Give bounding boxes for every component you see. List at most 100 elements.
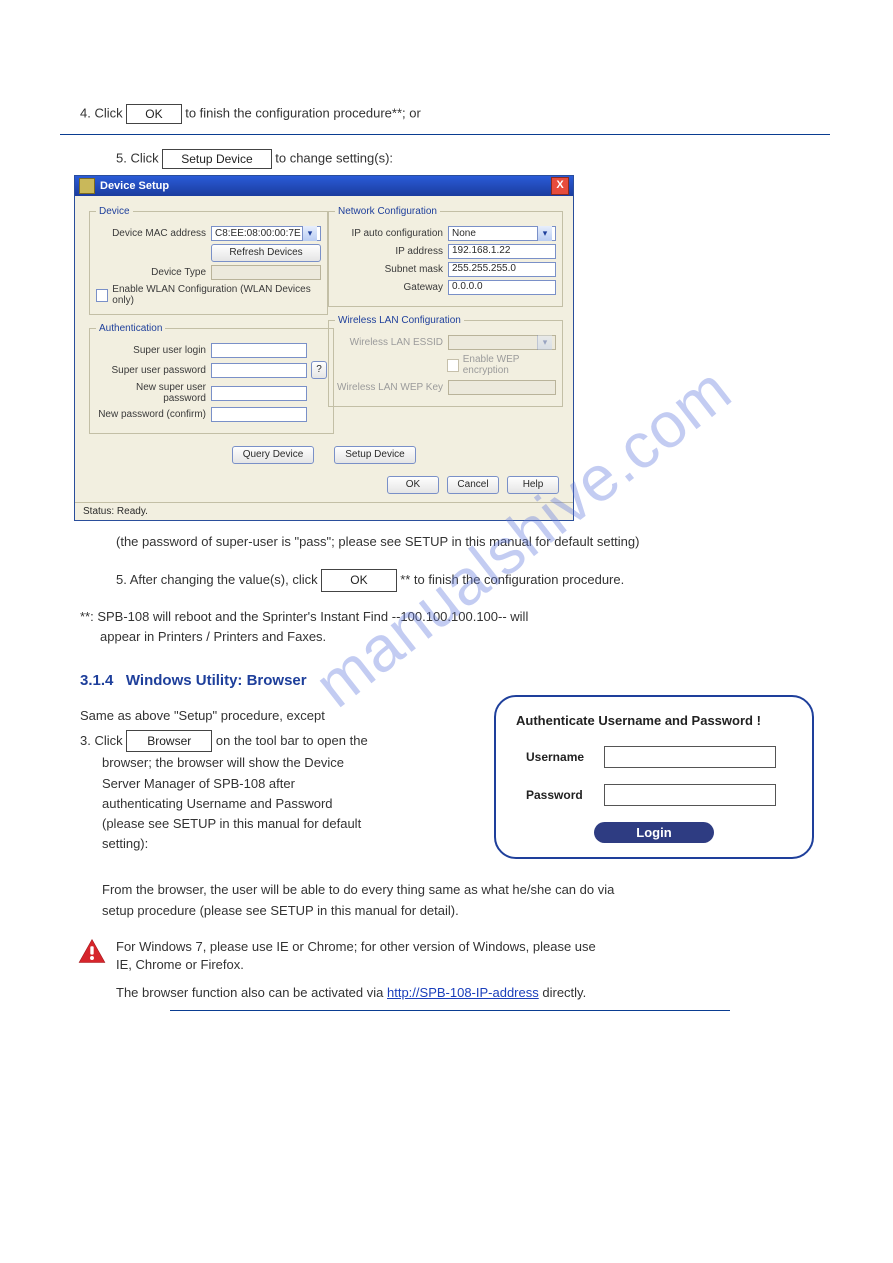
section-divider-2 bbox=[170, 1010, 730, 1011]
mask-field[interactable]: 255.255.255.0 bbox=[448, 262, 556, 277]
superuser-login-label: Super user login bbox=[96, 345, 211, 356]
essid-select: ▾ bbox=[448, 335, 556, 350]
step-5-setup-device-button[interactable]: Setup Device bbox=[162, 149, 271, 169]
username-label: Username bbox=[526, 750, 604, 764]
browser-intro-l2b: on the tool bar to open the bbox=[216, 732, 368, 747]
post-note-line2: appear in Printers / Printers and Faxes. bbox=[100, 628, 830, 646]
ok-button[interactable]: OK bbox=[387, 476, 439, 494]
network-legend: Network Configuration bbox=[335, 206, 440, 217]
post-window-note1: (the password of super-user is "pass"; p… bbox=[116, 533, 830, 551]
step-4-pre: 4. Click bbox=[80, 105, 123, 120]
wlan-legend: Wireless LAN Configuration bbox=[335, 315, 464, 326]
refresh-devices-button[interactable]: Refresh Devices bbox=[211, 244, 321, 262]
status-bar: Status: Ready. bbox=[75, 502, 573, 520]
browser-intro-l4: Server Manager of SPB-108 after bbox=[102, 775, 494, 793]
step-5-line: 5. Click Setup Device to change setting(… bbox=[116, 149, 830, 169]
new-pwd-label: New super user password bbox=[96, 382, 211, 404]
mask-label: Subnet mask bbox=[335, 264, 448, 275]
post-step5-ok-button[interactable]: OK bbox=[321, 569, 396, 592]
ipautoconf-select[interactable]: None ▾ bbox=[448, 226, 556, 241]
device-setup-window: Device Setup X Device Device MAC address… bbox=[74, 175, 574, 521]
chevron-down-icon: ▾ bbox=[537, 226, 552, 241]
authentication-group: Authentication Super user login Super us… bbox=[89, 323, 334, 434]
section-title: Windows Utility: Browser bbox=[126, 672, 307, 689]
wlan-group: Wireless LAN Configuration Wireless LAN … bbox=[328, 315, 563, 407]
warn-line3-pre: The browser function also can be activat… bbox=[116, 985, 383, 1000]
wep-checkbox-row: Enable WEP encryption bbox=[447, 354, 556, 376]
auth-title: Authenticate Username and Password ! bbox=[516, 713, 792, 728]
wlan-checkbox-row[interactable]: Enable WLAN Configuration (WLAN Devices … bbox=[96, 284, 321, 306]
section-heading: 3.1.4 Windows Utility: Browser bbox=[80, 672, 830, 689]
browser-intro-l2a: 3. Click bbox=[80, 732, 123, 747]
mac-select[interactable]: C8:EE:08:00:00:7E ▾ bbox=[211, 226, 321, 241]
gw-field[interactable]: 0.0.0.0 bbox=[448, 280, 556, 295]
network-group: Network Configuration IP auto configurat… bbox=[328, 206, 563, 307]
checkbox-icon bbox=[96, 289, 108, 302]
warn-line3-post: directly. bbox=[542, 985, 586, 1000]
section-number: 3.1.4 bbox=[80, 672, 113, 689]
ip-label: IP address bbox=[335, 246, 448, 257]
auth-legend: Authentication bbox=[96, 323, 165, 334]
spb-url-link[interactable]: http://SPB-108-IP-address bbox=[387, 985, 539, 1000]
step-4-ok-button[interactable]: OK bbox=[126, 104, 181, 124]
browser-intro-l3: browser; the browser will show the Devic… bbox=[102, 754, 494, 772]
device-type-label: Device Type bbox=[96, 267, 211, 278]
browser-intro-l2: 3. Click Browser on the tool bar to open… bbox=[80, 730, 494, 753]
close-icon[interactable]: X bbox=[551, 177, 569, 195]
post-step5-pre: 5. After changing the value(s), click bbox=[116, 572, 318, 587]
device-legend: Device bbox=[96, 206, 133, 217]
query-device-button[interactable]: Query Device bbox=[232, 446, 314, 464]
window-title: Device Setup bbox=[100, 180, 169, 192]
warn-line2: IE, Chrome or Firefox. bbox=[116, 956, 596, 974]
mac-value: C8:EE:08:00:00:7E bbox=[215, 228, 301, 239]
step-5-post: to change setting(s): bbox=[275, 150, 393, 165]
device-group: Device Device MAC address C8:EE:08:00:00… bbox=[89, 206, 328, 315]
ip-field[interactable]: 192.168.1.22 bbox=[448, 244, 556, 259]
mac-label: Device MAC address bbox=[96, 228, 211, 239]
wepkey-field bbox=[448, 380, 556, 395]
section-divider-1 bbox=[60, 134, 830, 135]
cancel-button[interactable]: Cancel bbox=[447, 476, 499, 494]
superuser-pwd-label: Super user password bbox=[96, 365, 211, 376]
browser-intro-l7: setting): bbox=[102, 835, 494, 853]
warning-icon bbox=[78, 938, 106, 967]
password-input[interactable] bbox=[604, 784, 776, 806]
login-button[interactable]: Login bbox=[594, 822, 714, 843]
window-icon bbox=[79, 178, 95, 194]
auth-panel: Authenticate Username and Password ! Use… bbox=[494, 695, 814, 859]
step-4-line: 4. Click OK to finish the configuration … bbox=[80, 104, 830, 124]
superuser-pwd-field[interactable] bbox=[211, 363, 307, 378]
username-input[interactable] bbox=[604, 746, 776, 768]
step-5-pre: 5. Click bbox=[116, 150, 159, 165]
post-window-step5: 5. After changing the value(s), click OK… bbox=[116, 569, 830, 592]
device-type-field bbox=[211, 265, 321, 280]
wepkey-label: Wireless LAN WEP Key bbox=[335, 382, 448, 393]
chevron-down-icon: ▾ bbox=[302, 226, 317, 241]
ipautoconf-value: None bbox=[452, 228, 476, 239]
wlan-checkbox-label: Enable WLAN Configuration (WLAN Devices … bbox=[112, 284, 321, 306]
after-auth-l1: From the browser, the user will be able … bbox=[102, 881, 830, 899]
chevron-down-icon: ▾ bbox=[537, 335, 552, 350]
window-titlebar: Device Setup X bbox=[75, 176, 573, 196]
essid-label: Wireless LAN ESSID bbox=[335, 337, 448, 348]
help-button[interactable]: Help bbox=[507, 476, 559, 494]
warn-line1: For Windows 7, please use IE or Chrome; … bbox=[116, 938, 596, 956]
browser-button[interactable]: Browser bbox=[126, 730, 212, 753]
confirm-pwd-label: New password (confirm) bbox=[96, 409, 211, 420]
post-step5-post: ** to finish the configuration procedure… bbox=[400, 572, 624, 587]
step-4-post: to finish the configuration procedure**;… bbox=[185, 105, 421, 120]
browser-intro-l5: authenticating Username and Password bbox=[102, 795, 494, 813]
confirm-pwd-field[interactable] bbox=[211, 407, 307, 422]
setup-device-button[interactable]: Setup Device bbox=[334, 446, 416, 464]
post-note-line1: **: SPB-108 will reboot and the Sprinter… bbox=[80, 608, 830, 626]
checkbox-icon bbox=[447, 359, 459, 372]
password-label: Password bbox=[526, 788, 604, 802]
after-auth-l2: setup procedure (please see SETUP in thi… bbox=[102, 902, 830, 920]
gw-label: Gateway bbox=[335, 282, 448, 293]
superuser-login-field[interactable] bbox=[211, 343, 307, 358]
ipautoconf-label: IP auto configuration bbox=[335, 228, 448, 239]
wep-checkbox-label: Enable WEP encryption bbox=[463, 354, 556, 376]
warning-block: For Windows 7, please use IE or Chrome; … bbox=[78, 938, 830, 1003]
new-pwd-field[interactable] bbox=[211, 386, 307, 401]
browser-intro-l1: Same as above "Setup" procedure, except bbox=[80, 707, 494, 725]
